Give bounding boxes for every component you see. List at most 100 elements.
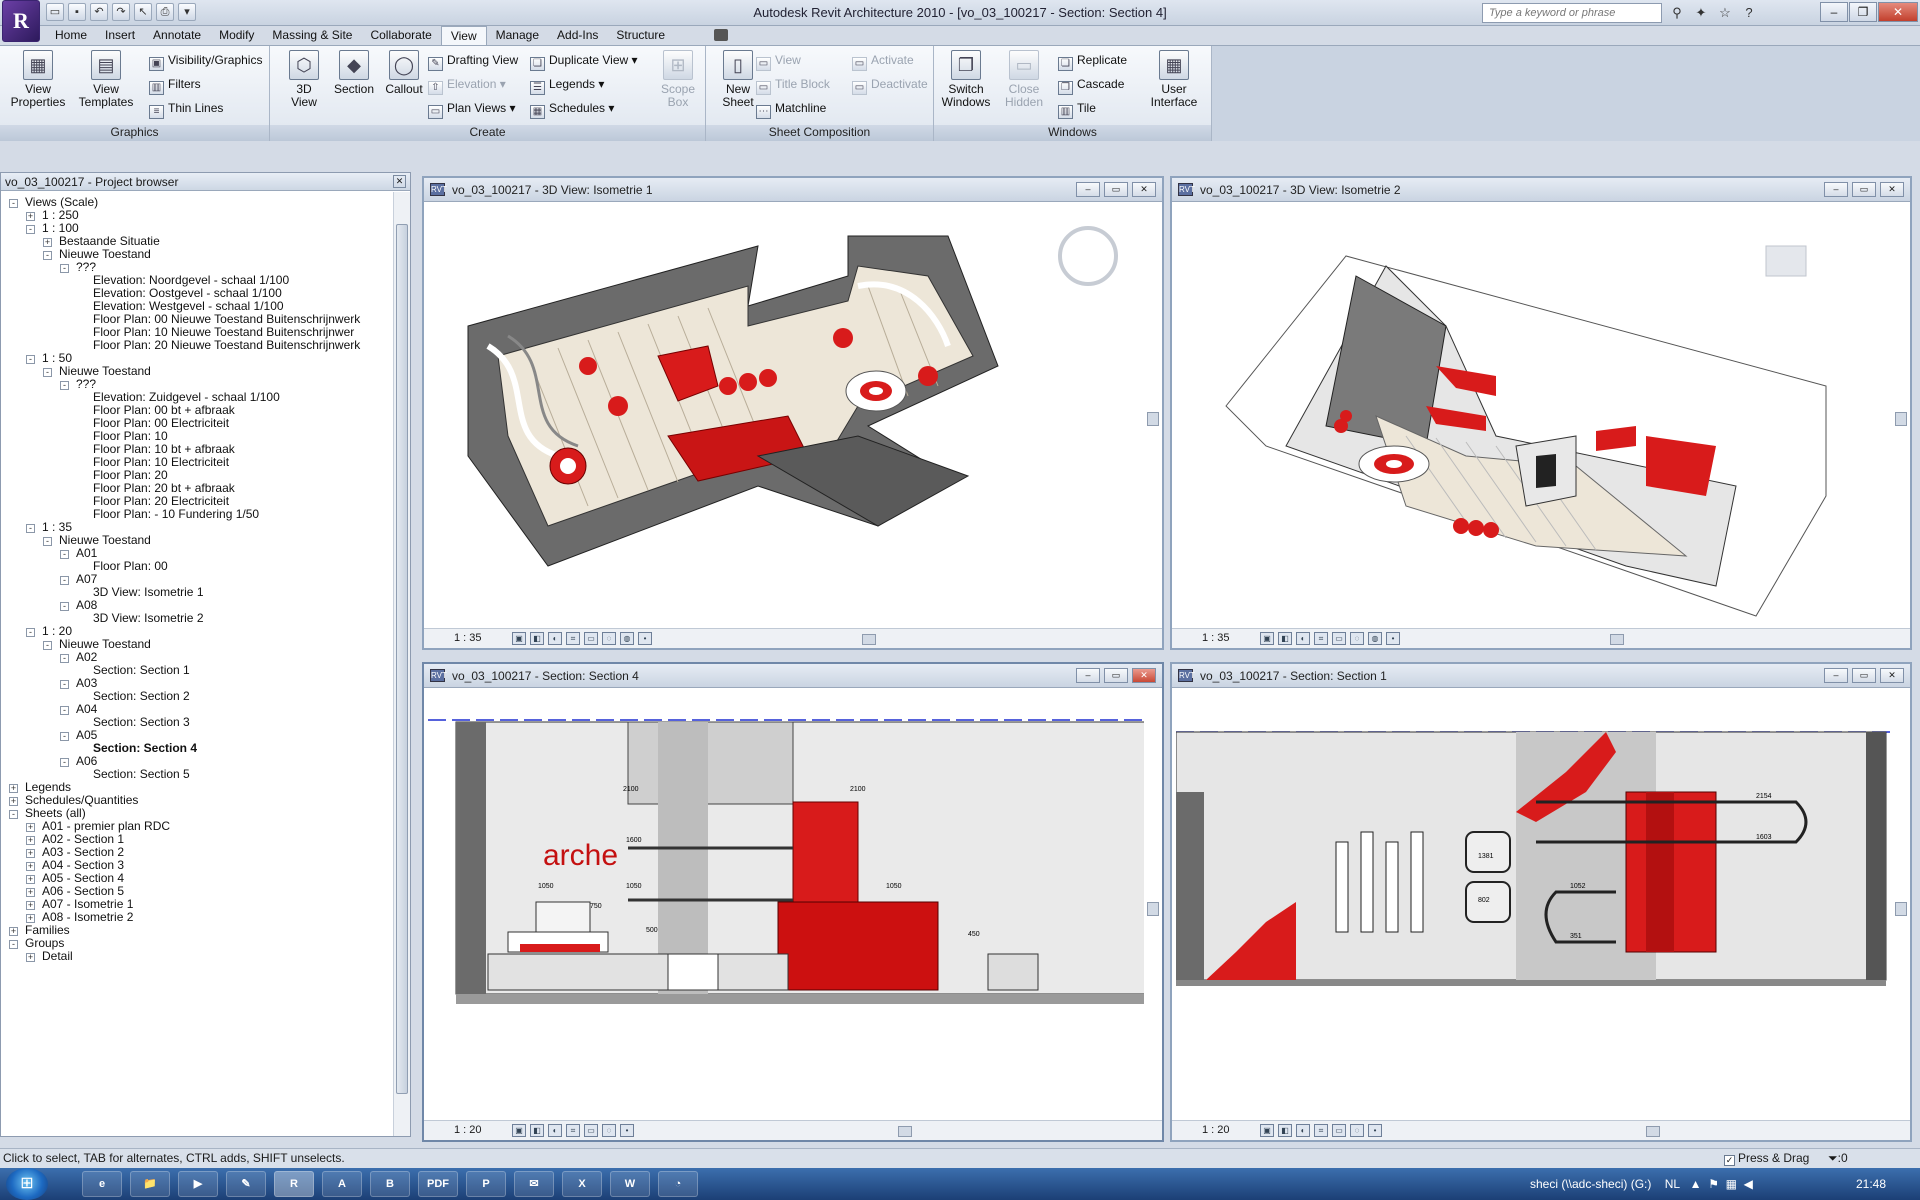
view-maximize-button[interactable]: ▭	[1852, 182, 1876, 197]
crop-visible-icon[interactable]: ▭	[1332, 632, 1346, 645]
taskbar-app-icon[interactable]: 📁	[130, 1171, 170, 1197]
view-scale[interactable]: 1 : 35	[1202, 632, 1230, 644]
start-button[interactable]: ⊞	[6, 1168, 48, 1200]
taskbar-app-icon[interactable]: ◔	[658, 1171, 698, 1197]
clock[interactable]: 21:48	[1856, 1168, 1886, 1200]
matchline-button[interactable]: ⋯ Matchline	[756, 99, 826, 119]
tile-button[interactable]: ▥ Tile	[1058, 99, 1096, 119]
flag-icon[interactable]: ⚑	[1708, 1177, 1719, 1191]
taskbar-app-icon[interactable]: ✎	[226, 1171, 266, 1197]
tab-structure[interactable]: Structure	[607, 26, 674, 46]
shadows-icon[interactable]: ◐	[548, 632, 562, 645]
collapse-icon[interactable]: -	[9, 199, 18, 208]
collapse-icon[interactable]: -	[43, 641, 52, 650]
thin-lines-button[interactable]: ≡ Thin Lines	[149, 99, 223, 119]
collapse-icon[interactable]: -	[43, 251, 52, 260]
tab-annotate[interactable]: Annotate	[144, 26, 210, 46]
view-button[interactable]: ▭ View	[756, 51, 801, 71]
visual-style-icon[interactable]: ◧	[1278, 1124, 1292, 1137]
duplicate-view-button[interactable]: ❏ Duplicate View ▾	[530, 51, 638, 71]
scroll-thumb[interactable]	[862, 634, 876, 645]
cascade-button[interactable]: ❐ Cascade	[1058, 75, 1124, 95]
hide-isolate-icon[interactable]: ◌	[602, 1124, 616, 1137]
collapse-icon[interactable]: -	[60, 758, 69, 767]
drafting-view-button[interactable]: ✎ Drafting View	[428, 51, 518, 71]
view-window-section-4[interactable]: RVT vo_03_100217 - Section: Section 4 – ▭…	[422, 662, 1164, 1142]
collapse-icon[interactable]: -	[26, 628, 35, 637]
scope-box-button[interactable]: ⊞ Scope Box	[650, 50, 706, 122]
crop-icon[interactable]: ⌗	[1314, 632, 1328, 645]
collapse-icon[interactable]: -	[26, 225, 35, 234]
taskbar-app-icon[interactable]: PDF	[418, 1171, 458, 1197]
tree-item[interactable]: Section: Section 5	[77, 766, 190, 782]
collapse-icon[interactable]: -	[60, 381, 69, 390]
tab-modify[interactable]: Modify	[210, 26, 263, 46]
network-icon[interactable]: ▦	[1726, 1177, 1737, 1191]
plan-views-button[interactable]: ▭ Plan Views ▾	[428, 99, 516, 119]
horizontal-scrollbar[interactable]	[688, 1126, 1142, 1137]
view-minimize-button[interactable]: –	[1824, 668, 1848, 683]
horizontal-scrollbar[interactable]	[1436, 634, 1890, 645]
title-block-button[interactable]: ▭ Title Block	[756, 75, 830, 95]
collapse-icon[interactable]: -	[9, 810, 18, 819]
ribbon-minimize-icon[interactable]	[714, 29, 728, 41]
section-button[interactable]: ◆ Section	[326, 50, 382, 122]
scroll-thumb[interactable]	[1646, 1126, 1660, 1137]
lock-icon[interactable]: •	[1386, 632, 1400, 645]
lock-icon[interactable]: •	[620, 1124, 634, 1137]
scrollbar-thumb[interactable]	[396, 224, 408, 1094]
taskbar-app-icon[interactable]: ✉	[514, 1171, 554, 1197]
elevation-button[interactable]: ⇧ Elevation ▾	[428, 75, 506, 95]
collapse-icon[interactable]: -	[26, 524, 35, 533]
horizontal-scrollbar[interactable]	[688, 634, 1142, 645]
view-scale[interactable]: 1 : 35	[454, 632, 482, 644]
crop-visible-icon[interactable]: ▭	[584, 1124, 598, 1137]
tab-collaborate[interactable]: Collaborate	[361, 26, 440, 46]
shadows-icon[interactable]: ◐	[548, 1124, 562, 1137]
view-window-section-1[interactable]: RVT vo_03_100217 - Section: Section 1 – ▭…	[1170, 662, 1912, 1142]
switch-windows-button[interactable]: ❐ Switch Windows	[938, 50, 994, 122]
replicate-button[interactable]: ❏ Replicate	[1058, 51, 1127, 71]
user-interface-button[interactable]: ▦ User Interface	[1146, 50, 1202, 122]
scroll-thumb[interactable]	[1610, 634, 1624, 645]
vertical-scrollbar[interactable]	[1146, 206, 1160, 626]
vertical-scrollbar[interactable]	[1894, 206, 1908, 626]
collapse-icon[interactable]: -	[60, 706, 69, 715]
view-scale[interactable]: 1 : 20	[1202, 1124, 1230, 1136]
taskbar-app-icon[interactable]: R	[274, 1171, 314, 1197]
view-canvas[interactable]: 2154 1603 1381 1052 802 351	[1176, 692, 1892, 1118]
view-minimize-button[interactable]: –	[1076, 668, 1100, 683]
vertical-scrollbar[interactable]	[1146, 692, 1160, 1118]
collapse-icon[interactable]: -	[60, 264, 69, 273]
view-canvas[interactable]	[428, 206, 1144, 626]
view-close-button[interactable]: ✕	[1880, 182, 1904, 197]
visual-style-icon[interactable]: ◧	[530, 632, 544, 645]
view-maximize-button[interactable]: ▭	[1104, 182, 1128, 197]
search-input[interactable]: Type a keyword or phrase	[1482, 3, 1662, 23]
scroll-thumb[interactable]	[1895, 902, 1907, 916]
collapse-icon[interactable]: -	[43, 537, 52, 546]
tree-item[interactable]: + Detail	[26, 948, 73, 964]
scroll-thumb[interactable]	[898, 1126, 912, 1137]
view-properties-button[interactable]: ▦ View Properties	[10, 50, 66, 122]
hide-isolate-icon[interactable]: ◌	[602, 632, 616, 645]
view-canvas[interactable]	[1176, 206, 1892, 626]
schedules-button[interactable]: ▦ Schedules ▾	[530, 99, 614, 119]
expand-icon[interactable]: +	[26, 953, 35, 962]
hide-isolate-icon[interactable]: ◌	[1350, 1124, 1364, 1137]
tools-icon[interactable]: ✦	[1692, 4, 1710, 22]
collapse-icon[interactable]: -	[60, 576, 69, 585]
minimize-button[interactable]: –	[1820, 2, 1848, 22]
collapse-icon[interactable]: -	[60, 602, 69, 611]
taskbar-app-icon[interactable]: B	[370, 1171, 410, 1197]
detail-level-icon[interactable]: ▣	[512, 1124, 526, 1137]
collapse-icon[interactable]: -	[60, 680, 69, 689]
visual-style-icon[interactable]: ◧	[1278, 632, 1292, 645]
restore-button[interactable]: ❐	[1849, 2, 1877, 22]
taskbar-app-icon[interactable]: ▶	[178, 1171, 218, 1197]
view-maximize-button[interactable]: ▭	[1852, 668, 1876, 683]
scroll-thumb[interactable]	[1147, 902, 1159, 916]
collapse-icon[interactable]: -	[26, 355, 35, 364]
taskbar-app-icon[interactable]: W	[610, 1171, 650, 1197]
crop-icon[interactable]: ⌗	[566, 1124, 580, 1137]
